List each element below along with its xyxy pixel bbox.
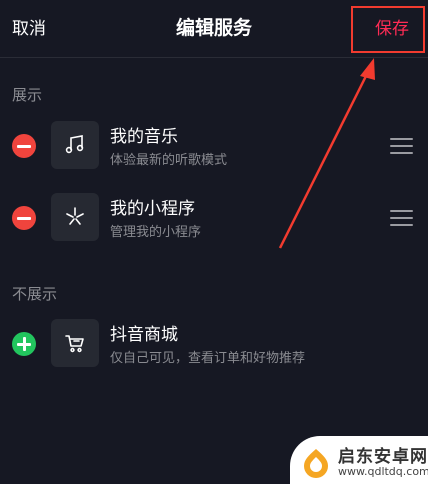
service-row-mini-program: 我的小程序 管理我的小程序 bbox=[0, 188, 428, 248]
service-row-music: 我的音乐 体验最新的听歌模式 bbox=[0, 116, 428, 176]
service-name: 抖音商城 bbox=[110, 325, 178, 345]
shopping-cart-icon bbox=[51, 319, 99, 367]
save-highlight-box bbox=[351, 6, 425, 53]
service-name: 我的音乐 bbox=[110, 127, 178, 147]
mini-program-icon bbox=[51, 193, 99, 241]
remove-button[interactable] bbox=[12, 206, 36, 230]
service-desc: 体验最新的听歌模式 bbox=[110, 153, 228, 168]
header-bar: 取消 编辑服务 保存 bbox=[0, 0, 428, 56]
remove-button[interactable] bbox=[12, 134, 36, 158]
header-divider bbox=[0, 57, 428, 58]
shown-section-label: 展示 bbox=[12, 86, 43, 104]
service-desc: 管理我的小程序 bbox=[110, 225, 202, 240]
service-desc: 仅自己可见，查看订单和好物推荐 bbox=[110, 351, 306, 366]
music-note-icon bbox=[51, 121, 99, 169]
service-name: 我的小程序 bbox=[110, 199, 195, 219]
watermark-logo-icon bbox=[304, 449, 328, 478]
watermark-url: www.qdltdq.com bbox=[338, 465, 428, 478]
watermark-title: 启东安卓网 bbox=[338, 447, 428, 467]
watermark: 启东安卓网 www.qdltdq.com bbox=[290, 436, 428, 484]
service-row-mall: 抖音商城 仅自己可见，查看订单和好物推荐 bbox=[0, 314, 428, 374]
drag-handle-icon[interactable] bbox=[390, 210, 413, 226]
hidden-section-label: 不展示 bbox=[12, 285, 58, 303]
add-button[interactable] bbox=[12, 332, 36, 356]
drag-handle-icon[interactable] bbox=[390, 138, 413, 154]
